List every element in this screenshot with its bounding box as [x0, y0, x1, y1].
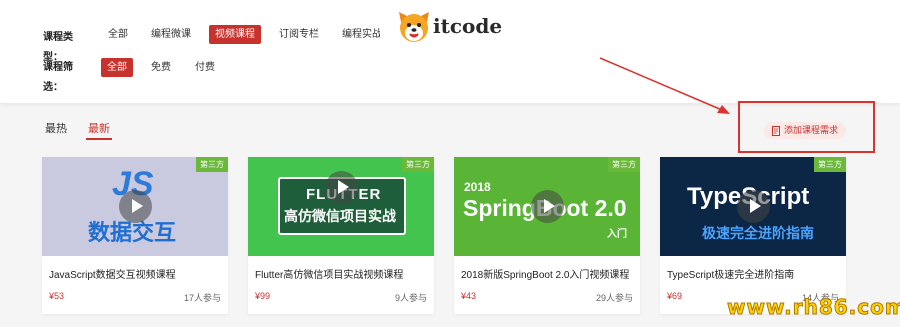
participant-count: 17人参与: [183, 293, 221, 303]
course-card[interactable]: JS 数据交互 第三方 JavaScript数据交互视频课程 ¥53 17人参与: [42, 157, 228, 314]
site-watermark: www.rh86.com: [727, 295, 900, 320]
course-title[interactable]: JavaScript数据交互视频课程: [49, 266, 223, 281]
site-logo[interactable]: itcode: [380, 0, 520, 56]
screen-paid[interactable]: 付费: [189, 58, 221, 77]
course-price: ¥53: [49, 291, 65, 301]
highlight-box: [738, 101, 875, 153]
third-party-badge: 第三方: [402, 157, 434, 172]
thumb-subtitle: 入门: [607, 229, 627, 240]
tab-hottest[interactable]: 最热: [45, 120, 67, 136]
course-thumbnail[interactable]: JS 数据交互 第三方: [42, 157, 228, 256]
participant-count: 29人参与: [595, 293, 633, 303]
course-card[interactable]: 2018 SpringBoot 2.0 入门 第三方 2018新版SpringB…: [454, 157, 640, 314]
play-icon[interactable]: [737, 190, 770, 223]
course-card[interactable]: FLUTTER 高仿微信项目实战 第三方 Flutter高仿微信项目实战视频课程…: [248, 157, 434, 314]
category-video-course[interactable]: 视频课程: [209, 25, 261, 44]
category-subscription[interactable]: 订阅专栏: [273, 25, 325, 44]
course-title[interactable]: 2018新版SpringBoot 2.0入门视频课程: [461, 266, 635, 281]
third-party-badge: 第三方: [608, 157, 640, 172]
course-price: ¥43: [461, 291, 477, 301]
course-title[interactable]: Flutter高仿微信项目实战视频课程: [255, 266, 429, 281]
screen-label: 课程筛选：: [43, 62, 73, 93]
logo-text: itcode: [433, 14, 503, 38]
active-tab-underline: [86, 138, 112, 140]
dog-mascot-icon: [399, 12, 429, 42]
third-party-badge: 第三方: [814, 157, 846, 172]
thumb-subtitle: 高仿微信项目实战: [284, 208, 396, 224]
course-thumbnail[interactable]: 2018 SpringBoot 2.0 入门 第三方: [454, 157, 640, 256]
screen-free[interactable]: 免费: [145, 58, 177, 77]
play-icon[interactable]: [531, 190, 564, 223]
play-icon[interactable]: [325, 171, 358, 204]
course-price: ¥99: [255, 291, 271, 301]
tab-newest[interactable]: 最新: [88, 120, 110, 136]
course-price: ¥69: [667, 291, 683, 301]
third-party-badge: 第三方: [196, 157, 228, 172]
category-micro-course[interactable]: 编程微课: [145, 25, 197, 44]
course-card[interactable]: TypeScript 极速完全进阶指南 第三方 TypeScript极速完全进阶…: [660, 157, 846, 314]
play-icon[interactable]: [119, 190, 152, 223]
participant-count: 9人参与: [394, 293, 427, 303]
thumb-subtitle: 极速完全进阶指南: [702, 225, 814, 241]
course-title[interactable]: TypeScript极速完全进阶指南: [667, 266, 841, 281]
course-thumbnail[interactable]: TypeScript 极速完全进阶指南 第三方: [660, 157, 846, 256]
thumb-year: 2018: [464, 180, 491, 194]
screen-all[interactable]: 全部: [101, 58, 133, 77]
category-all[interactable]: 全部: [102, 25, 134, 44]
course-thumbnail[interactable]: FLUTTER 高仿微信项目实战 第三方: [248, 157, 434, 256]
